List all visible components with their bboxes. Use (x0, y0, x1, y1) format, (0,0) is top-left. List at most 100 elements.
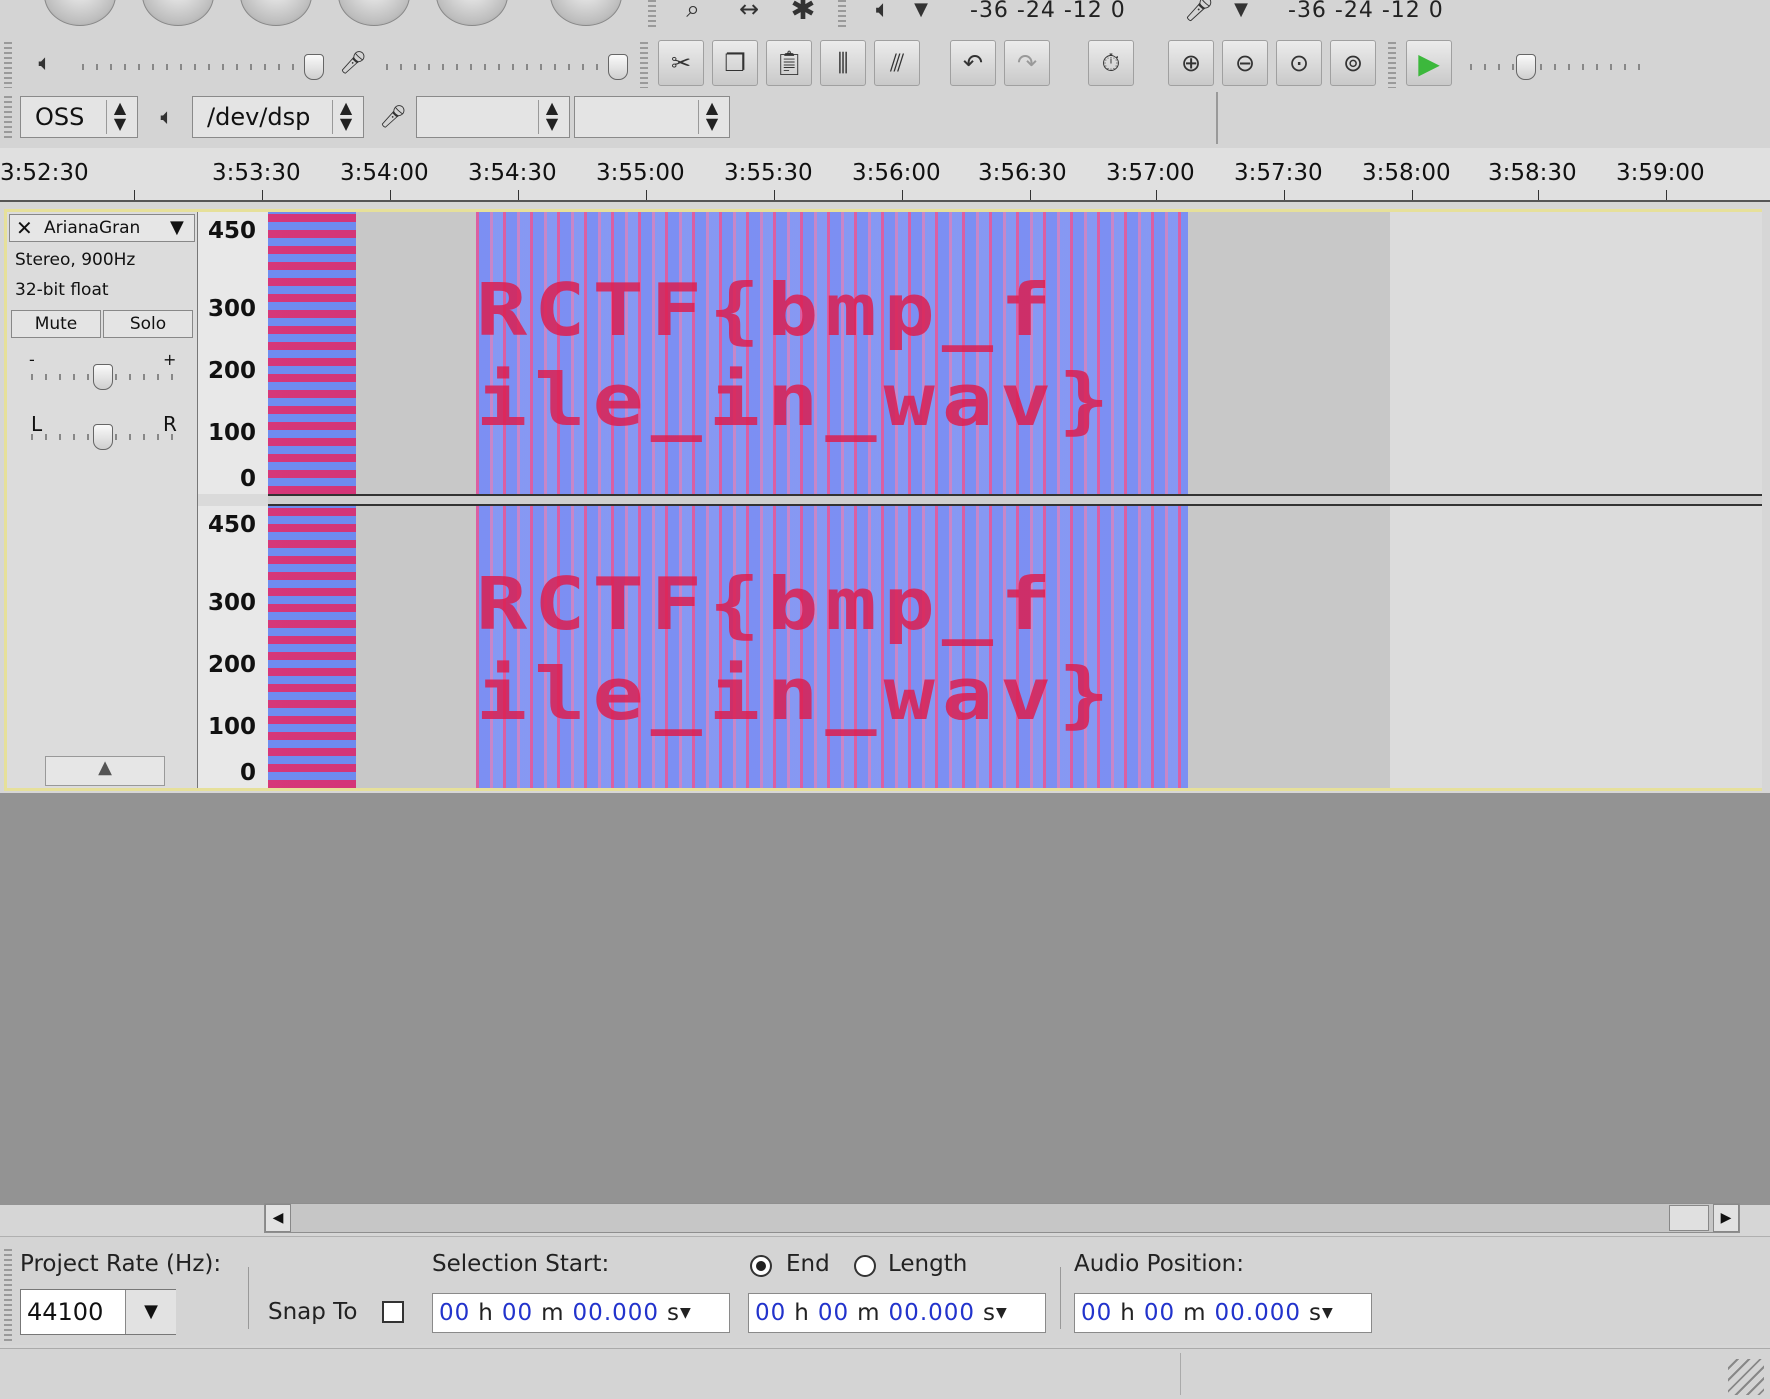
scroll-right-icon[interactable]: ▶ (1713, 1204, 1739, 1232)
end-radio[interactable] (750, 1255, 772, 1277)
spectrogram-channel-left[interactable]: RCTF{bmp_f ile_in_wav} (268, 212, 1762, 494)
mic-icon: 🎤︎ (379, 104, 407, 130)
toolbar-grip[interactable] (4, 42, 12, 88)
selection-end-field[interactable]: 00 h 00 m 00.000 s ▼ (748, 1293, 1046, 1333)
status-bar (0, 1348, 1770, 1399)
audio-position-field[interactable]: 00 h 00 m 00.000 s ▼ (1074, 1293, 1372, 1333)
ruler-tick: 3:56:00 (852, 160, 941, 186)
resize-grip-icon[interactable] (1728, 1359, 1764, 1395)
minutes-value: 00 (501, 1300, 534, 1326)
zoom-tool-icon[interactable]: ⌕ (670, 0, 716, 32)
spectrogram-segment (268, 506, 356, 788)
transport-knob[interactable] (240, 0, 312, 26)
chevron-down-icon[interactable]: ▼ (996, 1305, 1008, 1321)
mute-button[interactable]: Mute (11, 310, 101, 338)
close-icon[interactable]: ✕ (16, 216, 33, 240)
copy-icon[interactable]: ❐ (712, 40, 758, 86)
undo-icon[interactable]: ↶ (950, 40, 996, 86)
chevron-down-icon[interactable]: ▼ (1218, 0, 1264, 32)
timeline-ruler[interactable]: 3:52:30 3:53:30 3:54:00 3:54:30 3:55:00 … (0, 148, 1770, 202)
chevron-down-icon[interactable]: ▼ (170, 217, 184, 238)
timer-icon[interactable]: ⏱ (1088, 40, 1134, 86)
track-format: Stereo, 900Hz (15, 250, 136, 270)
horizontal-scrollbar[interactable]: ◀ ▶ (264, 1203, 1740, 1233)
toolbar-grip[interactable] (4, 96, 12, 140)
output-device-select[interactable]: /dev/dsp ▲ ▼ (192, 96, 364, 138)
collapse-track-button[interactable]: ▲ (45, 756, 165, 786)
selection-toolbar: Project Rate (Hz): 44100 ▼ Snap To Selec… (0, 1236, 1770, 1345)
toolbar-grip[interactable] (1388, 42, 1396, 88)
play-at-speed-icon[interactable]: ▶ (1406, 40, 1452, 86)
hours-value: 00 (755, 1300, 787, 1326)
gain-minus-label: - (29, 350, 35, 369)
freq-label: 0 (239, 466, 256, 492)
transport-knob[interactable] (142, 0, 214, 26)
divider (248, 1267, 249, 1329)
timeshift-tool-icon[interactable]: ↔ (726, 0, 772, 32)
mic-icon: 🎤︎ (1183, 0, 1215, 23)
toolbar-area: ⌕ ↔ ✱ 🔈︎ ▼ -36 -24 -12 0 🎤︎ ▼ -36 -24 -1… (0, 0, 1770, 149)
pan-slider[interactable] (93, 424, 113, 450)
spectrogram-segment (476, 212, 1188, 494)
ruler-tick: 3:58:30 (1488, 160, 1577, 186)
updown-icon: ▲ ▼ (538, 100, 565, 134)
updown-icon: ▲ ▼ (698, 100, 725, 134)
ruler-tick: 3:59:00 (1616, 160, 1705, 186)
trim-icon[interactable]: ⫼ (820, 40, 866, 86)
transport-knob[interactable] (338, 0, 410, 26)
chevron-down-icon[interactable]: ▼ (125, 1290, 176, 1334)
selection-start-field[interactable]: 00 h 00 m 00.000 s ▼ (432, 1293, 730, 1333)
toolbar-grip[interactable] (4, 1249, 12, 1341)
beyond-end-area (1390, 212, 1762, 494)
zoom-out-icon[interactable]: ⊖ (1222, 40, 1268, 86)
project-rate-combo[interactable]: 44100 ▼ (20, 1289, 176, 1335)
input-device-select[interactable]: ▲ ▼ (416, 96, 570, 138)
ruler-tick: 3:55:30 (724, 160, 813, 186)
hours-unit: h (478, 1300, 494, 1326)
redo-icon[interactable]: ↷ (1004, 40, 1050, 86)
solo-button[interactable]: Solo (103, 310, 193, 338)
toolbar-grip[interactable] (648, 0, 656, 30)
record-volume-slider[interactable] (608, 54, 628, 80)
track-panel-empty-area[interactable] (0, 793, 1770, 1205)
cut-icon[interactable]: ✂ (658, 40, 704, 86)
silence-icon[interactable]: ⫻ (874, 40, 920, 86)
play-speed-slider[interactable] (1516, 54, 1536, 80)
scrollbar-thumb[interactable] (1669, 1205, 1709, 1231)
chevron-down-icon[interactable]: ▼ (680, 1305, 692, 1321)
freq-label: 450 (207, 218, 256, 244)
transport-knob[interactable] (44, 0, 116, 26)
project-rate-value: 44100 (27, 1298, 104, 1326)
record-volume-ticks (386, 64, 618, 70)
toolbar-grip[interactable] (640, 42, 648, 88)
chevron-down-icon[interactable]: ▼ (1322, 1305, 1334, 1321)
track-name-menu[interactable]: ✕ ArianaGran ▼ (9, 214, 195, 242)
spectrogram-channel-right[interactable]: RCTF{bmp_f ile_in_wav} (268, 506, 1762, 788)
paste-icon[interactable]: 📋︎ (766, 40, 812, 86)
gain-slider[interactable] (93, 364, 113, 390)
gain-plus-label: + (163, 350, 177, 369)
ruler-tick: 3:53:30 (212, 160, 301, 186)
audio-track[interactable]: ✕ ArianaGran ▼ Stereo, 900Hz 32-bit floa… (4, 209, 1762, 791)
transport-knob[interactable] (436, 0, 508, 26)
seconds-unit: s (1309, 1300, 1323, 1326)
minutes-value: 00 (817, 1300, 850, 1326)
input-channels-select[interactable]: ▲ ▼ (574, 96, 730, 138)
pan-left-label: L (31, 412, 43, 436)
chevron-down-icon[interactable]: ▼ (898, 0, 944, 32)
snap-to-label: Snap To (268, 1299, 358, 1325)
minutes-value: 00 (1143, 1300, 1176, 1326)
audio-host-select[interactable]: OSS ▲ ▼ (20, 96, 138, 138)
length-radio[interactable] (854, 1255, 876, 1277)
playback-volume-slider[interactable] (304, 54, 324, 80)
scroll-left-icon[interactable]: ◀ (265, 1204, 291, 1232)
fit-project-icon[interactable]: ⊚ (1330, 40, 1376, 86)
ruler-tick: 3:52:30 (0, 160, 89, 186)
transport-knob[interactable] (550, 0, 622, 26)
hours-unit: h (794, 1300, 810, 1326)
multi-tool-icon[interactable]: ✱ (780, 0, 826, 32)
zoom-in-icon[interactable]: ⊕ (1168, 40, 1214, 86)
toolbar-grip[interactable] (838, 0, 846, 30)
snap-to-checkbox[interactable] (382, 1301, 404, 1323)
fit-selection-icon[interactable]: ⊙ (1276, 40, 1322, 86)
